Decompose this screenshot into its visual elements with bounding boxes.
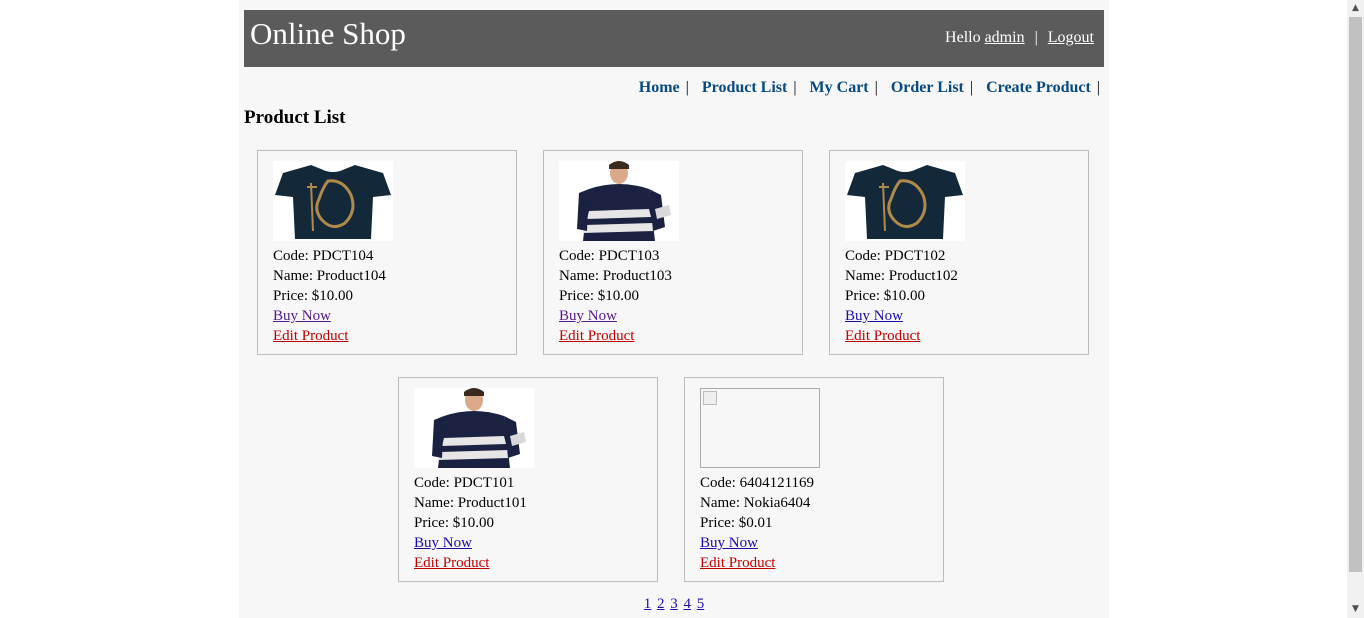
edit-product-link[interactable]: Edit Product xyxy=(559,328,634,344)
product-image[interactable] xyxy=(273,161,393,241)
site-header: Online Shop Hello admin | Logout xyxy=(244,10,1104,67)
buy-now-link[interactable]: Buy Now xyxy=(414,535,472,551)
logout-link[interactable]: Logout xyxy=(1048,29,1094,46)
menu-separator: | xyxy=(685,79,689,96)
product-price: Price: $10.00 xyxy=(559,288,639,304)
product-card: Code: PDCT103 Name: Product103 Price: $1… xyxy=(543,150,803,355)
product-name: Name: Product101 xyxy=(414,495,527,511)
buy-now-link[interactable]: Buy Now xyxy=(700,535,758,551)
buy-now-link[interactable]: Buy Now xyxy=(845,308,903,324)
product-code: Code: PDCT102 xyxy=(845,248,946,264)
user-box: Hello admin | Logout xyxy=(945,28,1094,48)
product-name: Name: Product102 xyxy=(845,268,958,284)
product-name: Name: Product103 xyxy=(559,268,672,284)
product-info: Code: 6404121169 Name: Nokia6404 Price: … xyxy=(700,473,814,573)
greeting-text: Hello xyxy=(945,29,981,46)
product-code: Code: PDCT101 xyxy=(414,475,515,491)
page-link-4[interactable]: 4 xyxy=(684,596,692,612)
product-card: Code: PDCT102 Name: Product102 Price: $1… xyxy=(829,150,1089,355)
site-title: Online Shop xyxy=(250,16,406,51)
buy-now-link[interactable]: Buy Now xyxy=(273,308,331,324)
broken-image-icon[interactable] xyxy=(700,388,820,468)
product-price: Price: $10.00 xyxy=(273,288,353,304)
username-link[interactable]: admin xyxy=(985,29,1025,46)
menu-create-product[interactable]: Create Product xyxy=(986,79,1091,96)
product-info: Code: PDCT102 Name: Product102 Price: $1… xyxy=(845,246,958,346)
edit-product-link[interactable]: Edit Product xyxy=(414,555,489,571)
product-price: Price: $10.00 xyxy=(414,515,494,531)
edit-product-link[interactable]: Edit Product xyxy=(273,328,348,344)
product-code: Code: PDCT103 xyxy=(559,248,660,264)
image-placeholder-icon xyxy=(703,391,717,405)
edit-product-link[interactable]: Edit Product xyxy=(845,328,920,344)
menu-separator: | xyxy=(874,79,878,96)
product-image[interactable] xyxy=(414,388,534,468)
menu-order-list[interactable]: Order List xyxy=(891,79,964,96)
vertical-scrollbar[interactable]: ▲ ▼ xyxy=(1347,0,1364,618)
product-info: Code: PDCT104 Name: Product104 Price: $1… xyxy=(273,246,386,346)
buy-now-link[interactable]: Buy Now xyxy=(559,308,617,324)
scrollbar-thumb[interactable] xyxy=(1349,17,1362,572)
menu-separator: | xyxy=(969,79,974,96)
product-card: Code: PDCT104 Name: Product104 Price: $1… xyxy=(257,150,517,355)
product-name: Name: Product104 xyxy=(273,268,386,284)
page-link-2[interactable]: 2 xyxy=(657,596,665,612)
product-card: Code: 6404121169 Name: Nokia6404 Price: … xyxy=(684,377,944,582)
product-code: Code: 6404121169 xyxy=(700,475,815,491)
menu-separator: | xyxy=(793,79,797,96)
menu-home[interactable]: Home xyxy=(639,79,680,96)
edit-product-link[interactable]: Edit Product xyxy=(700,555,775,571)
product-name: Name: Nokia6404 xyxy=(700,495,811,511)
product-info: Code: PDCT101 Name: Product101 Price: $1… xyxy=(414,473,527,573)
menu-separator: | xyxy=(1096,79,1100,96)
product-price: Price: $10.00 xyxy=(845,288,925,304)
product-card: Code: PDCT101 Name: Product101 Price: $1… xyxy=(398,377,658,582)
scroll-up-arrow-icon[interactable]: ▲ xyxy=(1347,0,1364,17)
scroll-down-arrow-icon[interactable]: ▼ xyxy=(1347,601,1364,618)
menu-product-list[interactable]: Product List xyxy=(702,79,787,96)
page-link-3[interactable]: 3 xyxy=(670,596,678,612)
main-menu: Home | Product List | My Cart | Order List |… xyxy=(639,77,1109,99)
header-separator: | xyxy=(1034,29,1038,46)
page-link-5[interactable]: 5 xyxy=(697,596,705,612)
product-price: Price: $0.01 xyxy=(700,515,773,531)
product-info: Code: PDCT103 Name: Product103 Price: $1… xyxy=(559,246,672,346)
product-image[interactable] xyxy=(559,161,679,241)
pagination: 1 2 3 4 5 xyxy=(239,594,1109,614)
product-image[interactable] xyxy=(845,161,965,241)
product-code: Code: PDCT104 xyxy=(273,248,374,264)
menu-my-cart[interactable]: My Cart xyxy=(810,79,869,96)
page-title: Product List xyxy=(244,107,346,128)
page-container: Online Shop Hello admin | Logout Home | P… xyxy=(239,0,1109,618)
page-link-1[interactable]: 1 xyxy=(644,596,652,612)
